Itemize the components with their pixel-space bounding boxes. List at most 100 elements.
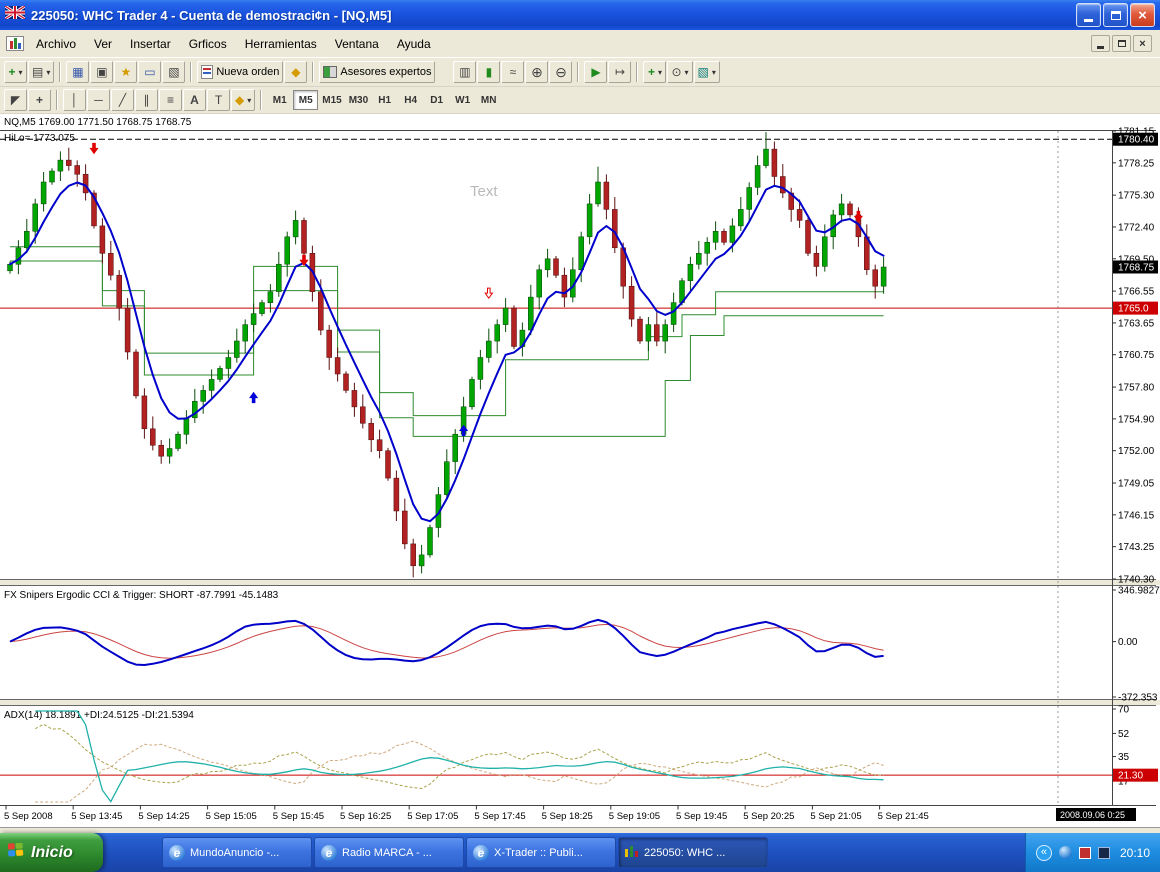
system-tray: « 20:10: [1025, 833, 1160, 872]
cursor-button[interactable]: ◤: [4, 89, 27, 111]
templates-button[interactable]: ▧▾: [694, 61, 720, 83]
internet-explorer-icon: e: [169, 845, 185, 861]
horizontal-line-button[interactable]: ─: [87, 89, 110, 111]
timeframe-w1-button[interactable]: W1: [450, 90, 475, 110]
standard-toolbar: +▾ ▤▾ ▦ ▣ ★ ▭ ▧ Nueva orden ◆ Asesores e…: [0, 58, 1160, 87]
menu-ventana[interactable]: Ventana: [326, 32, 388, 56]
chart-ohlc-label: NQ,M5 1769.00 1771.50 1768.75 1768.75: [4, 117, 192, 128]
svg-text:5 Sep 18:25: 5 Sep 18:25: [542, 811, 593, 822]
minimize-button[interactable]: [1076, 3, 1101, 27]
chart-shift-button[interactable]: ↦: [608, 61, 631, 83]
chart-watermark: Text: [470, 183, 498, 200]
alert-icon[interactable]: [1079, 847, 1091, 859]
timeframe-m1-button[interactable]: M1: [267, 90, 292, 110]
market-watch-button[interactable]: ▦: [66, 61, 89, 83]
messenger-icon[interactable]: [1059, 846, 1072, 859]
menu-insertar[interactable]: Insertar: [121, 32, 180, 56]
menu-ver[interactable]: Ver: [85, 32, 121, 56]
svg-text:1749.05: 1749.05: [1118, 479, 1155, 490]
chart-canvas[interactable]: NQ,M5 1769.00 1771.50 1768.75 1768.75 Hi…: [0, 114, 1160, 827]
timeframe-h1-button[interactable]: H1: [372, 90, 397, 110]
shapes-button[interactable]: ◆▾: [231, 89, 255, 111]
navigator-button[interactable]: ★: [114, 61, 137, 83]
task-label: X-Trader :: Publi...: [494, 847, 583, 859]
profiles-button[interactable]: ▤▾: [28, 61, 54, 83]
vertical-line-button[interactable]: │: [63, 89, 86, 111]
nueva-orden-label: Nueva orden: [216, 66, 279, 78]
mdi-minimize-button[interactable]: [1091, 35, 1110, 52]
menu-archivo[interactable]: Archivo: [27, 32, 85, 56]
label-tool-button[interactable]: T: [207, 89, 230, 111]
candlestick-chart-button[interactable]: ▮: [477, 61, 500, 83]
hide-icons-chevron[interactable]: «: [1036, 845, 1052, 861]
svg-text:70: 70: [1118, 705, 1130, 716]
svg-text:2008.09.06 0:25: 2008.09.06 0:25: [1060, 810, 1125, 820]
svg-text:1752.00: 1752.00: [1118, 446, 1155, 457]
timeframe-d1-button[interactable]: D1: [424, 90, 449, 110]
data-window-button[interactable]: ▣: [90, 61, 113, 83]
profiles-icon: ▤: [32, 66, 43, 78]
quick-launch-area: [103, 833, 161, 872]
adx-indicator-label: ADX(14) 18.1891 +DI:24.5125 -DI:21.5394: [4, 710, 194, 721]
crosshair-button[interactable]: +: [28, 89, 51, 111]
crosshair-icon: +: [36, 94, 43, 106]
start-label: Inicio: [31, 844, 73, 862]
strategy-tester-button[interactable]: ▧: [162, 61, 185, 83]
shapes-icon: ◆: [235, 94, 244, 106]
zoom-in-icon: ⊕: [531, 65, 543, 79]
taskbar-task-xtrader[interactable]: e X-Trader :: Publi...: [466, 837, 616, 868]
zoom-out-button[interactable]: ⊖: [549, 61, 572, 83]
channel-button[interactable]: ∥: [135, 89, 158, 111]
fibonacci-button[interactable]: ≡: [159, 89, 182, 111]
menu-ayuda[interactable]: Ayuda: [388, 32, 440, 56]
nueva-orden-button[interactable]: Nueva orden: [197, 61, 283, 83]
mdi-restore-button[interactable]: [1112, 35, 1131, 52]
taskbar-clock: 20:10: [1120, 846, 1150, 860]
menu-herramientas[interactable]: Herramientas: [236, 32, 326, 56]
start-button[interactable]: Inicio: [0, 833, 103, 872]
timeframe-h4-button[interactable]: H4: [398, 90, 423, 110]
monitor-icon[interactable]: [1098, 847, 1110, 859]
close-button[interactable]: ×: [1130, 3, 1155, 27]
timeframe-m15-button[interactable]: M15: [319, 90, 344, 110]
asesores-expertos-button[interactable]: Asesores expertos: [319, 61, 435, 83]
terminal-button[interactable]: ▭: [138, 61, 161, 83]
svg-text:-372.353: -372.353: [1118, 693, 1158, 704]
task-label: MundoAnuncio -...: [190, 847, 279, 859]
svg-text:5 Sep 19:05: 5 Sep 19:05: [609, 811, 660, 822]
timeframe-mn-button[interactable]: MN: [476, 90, 501, 110]
bar-chart-icon: ▥: [459, 66, 470, 78]
cursor-icon: ◤: [11, 94, 20, 106]
toolbar-separator: [312, 62, 314, 82]
taskbar-task-mundoanuncio[interactable]: e MundoAnuncio -...: [162, 837, 312, 868]
toolbar-separator: [577, 62, 579, 82]
menu-graficos[interactable]: Grficos: [180, 32, 236, 56]
periods-button[interactable]: ⊙▾: [667, 61, 692, 83]
svg-text:1740.30: 1740.30: [1118, 575, 1155, 586]
timeframe-m5-button[interactable]: M5: [293, 90, 318, 110]
text-tool-button[interactable]: A: [183, 89, 206, 111]
price-axis: 1781.151778.251775.301772.401769.501766.…: [1112, 127, 1158, 586]
svg-text:5 Sep 20:25: 5 Sep 20:25: [743, 811, 794, 822]
indicators-button[interactable]: +▾: [643, 61, 666, 83]
restore-button[interactable]: [1103, 3, 1128, 27]
timeframe-m30-button[interactable]: M30: [346, 90, 371, 110]
zoom-in-button[interactable]: ⊕: [525, 61, 548, 83]
svg-text:1772.40: 1772.40: [1118, 222, 1155, 233]
taskbar-task-whctrader[interactable]: 225050: WHC ...: [618, 837, 768, 868]
mdi-close-button[interactable]: ×: [1133, 35, 1152, 52]
candlesticks: [8, 132, 887, 577]
trendline-button[interactable]: ╱: [111, 89, 134, 111]
auto-scroll-button[interactable]: ▶: [584, 61, 607, 83]
candlestick-chart-icon: ▮: [486, 66, 493, 78]
bar-chart-button[interactable]: ▥: [453, 61, 476, 83]
svg-text:35: 35: [1118, 752, 1130, 763]
taskbar-task-radiomarca[interactable]: e Radio MARCA - ...: [314, 837, 464, 868]
chevron-down-icon: ▾: [685, 68, 689, 77]
new-chart-button[interactable]: +▾: [4, 61, 27, 83]
metaeditor-button[interactable]: ◆: [284, 61, 307, 83]
trendline-icon: ╱: [119, 94, 126, 106]
vertical-line-icon: │: [71, 94, 79, 106]
templates-icon: ▧: [698, 66, 709, 78]
line-chart-button[interactable]: ≈: [501, 61, 524, 83]
